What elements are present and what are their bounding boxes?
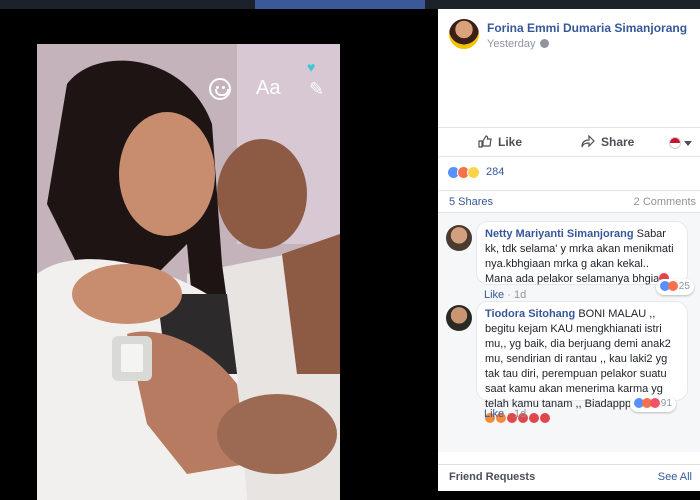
like-button[interactable]: Like bbox=[478, 135, 522, 149]
chevron-down-icon[interactable] bbox=[684, 141, 692, 146]
comment-reactions[interactable]: 91 bbox=[630, 396, 676, 412]
post-header: Forina Emmi Dumaria Simanjorang Yesterda… bbox=[438, 9, 700, 64]
comment-age[interactable]: 1d bbox=[514, 289, 526, 301]
post-side-panel: Forina Emmi Dumaria Simanjorang Yesterda… bbox=[438, 9, 700, 491]
commenter-avatar[interactable] bbox=[446, 225, 472, 251]
thumbs-up-icon bbox=[478, 135, 492, 148]
reaction-count[interactable]: 284 bbox=[486, 166, 504, 178]
commenter-avatar[interactable] bbox=[446, 305, 472, 331]
top-bar-accent bbox=[255, 0, 425, 9]
timestamp-text[interactable]: Yesterday bbox=[487, 38, 536, 50]
commenter-name[interactable]: Netty Mariyanti Simanjorang bbox=[485, 228, 634, 240]
comment-meta: Like · 1d bbox=[484, 408, 527, 420]
photo-edit-toolbar: ♥ Aa ✎ bbox=[37, 44, 340, 104]
comment-like-link[interactable]: Like bbox=[484, 289, 504, 301]
friend-requests-title: Friend Requests bbox=[449, 471, 536, 483]
comment-text: BONI MALAU ,, begitu kejam KAU mengkhian… bbox=[485, 308, 671, 410]
post-photo[interactable]: ♥ Aa ✎ bbox=[37, 44, 340, 500]
wow-reaction-icon bbox=[467, 166, 480, 179]
audience-flag-icon[interactable] bbox=[669, 137, 681, 149]
post-actions: Like Share bbox=[438, 127, 700, 157]
comment-reaction-count: 25 bbox=[678, 281, 690, 292]
comment-reactions[interactable]: 25 bbox=[656, 279, 694, 295]
photo-image bbox=[37, 44, 340, 500]
commenter-name[interactable]: Tiodora Sitohang bbox=[485, 308, 575, 320]
share-button[interactable]: Share bbox=[581, 135, 634, 149]
post-timestamp[interactable]: Yesterday bbox=[487, 38, 549, 50]
post-stats: 5 Shares 2 Comments bbox=[438, 190, 700, 212]
sticker-icon[interactable] bbox=[209, 78, 231, 100]
text-tool-button[interactable]: Aa bbox=[256, 77, 280, 100]
comment-age[interactable]: 1d bbox=[514, 408, 526, 420]
angry-emoji-icon bbox=[540, 413, 550, 423]
comment-bubble: Netty Mariyanti Simanjorang Sabar kk, td… bbox=[476, 221, 688, 285]
comment-bubble: Tiodora Sitohang BONI MALAU ,, begitu ke… bbox=[476, 301, 688, 423]
share-arrow-icon bbox=[581, 135, 595, 148]
author-name[interactable]: Forina Emmi Dumaria Simanjorang bbox=[487, 21, 687, 35]
top-bar bbox=[0, 0, 700, 9]
comment-meta: Like · 1d bbox=[484, 289, 527, 301]
heart-icon: ♥ bbox=[307, 59, 316, 75]
comments-count[interactable]: 2 Comments bbox=[634, 196, 696, 208]
like-label: Like bbox=[498, 135, 523, 149]
share-label: Share bbox=[601, 135, 635, 149]
angry-reaction-icon bbox=[668, 281, 678, 291]
globe-icon bbox=[539, 39, 549, 48]
love-reaction-icon bbox=[650, 398, 660, 408]
friend-requests-bar: Friend Requests See All bbox=[438, 464, 700, 491]
shares-link[interactable]: 5 Shares bbox=[449, 196, 493, 208]
angry-emoji-icon bbox=[529, 413, 539, 423]
comment-like-link[interactable]: Like bbox=[484, 408, 504, 420]
author-avatar[interactable] bbox=[449, 19, 479, 49]
see-all-link[interactable]: See All bbox=[658, 471, 692, 483]
comments-section: Netty Mariyanti Simanjorang Sabar kk, td… bbox=[438, 212, 700, 452]
photo-viewer: ♥ Aa ✎ bbox=[0, 9, 438, 500]
comment-reaction-count: 91 bbox=[660, 398, 672, 409]
draw-icon[interactable]: ✎ bbox=[309, 79, 329, 99]
